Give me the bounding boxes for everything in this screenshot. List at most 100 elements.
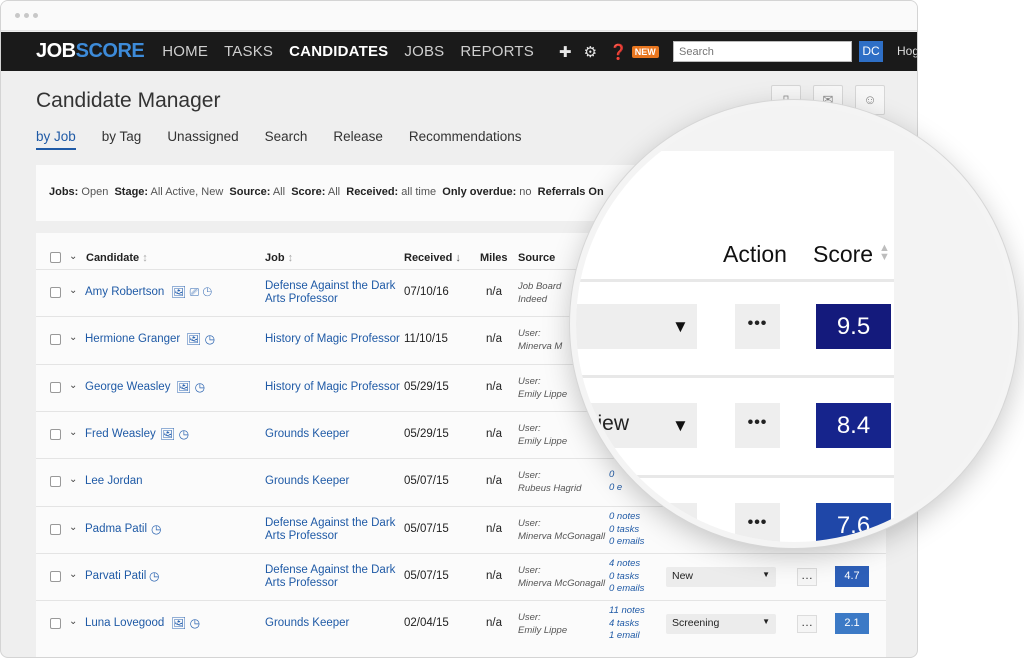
received-date: 05/07/15 xyxy=(404,475,449,487)
select-all-checkbox[interactable] xyxy=(50,252,61,263)
action-menu-button[interactable]: ••• xyxy=(735,304,780,349)
profile-clock-icon[interactable]: 🖼 ◷ xyxy=(171,616,200,630)
col-candidate[interactable]: Candidate ↕ xyxy=(86,252,148,264)
score-header[interactable]: Score xyxy=(813,241,873,268)
source-text: Job Board Indeed xyxy=(518,281,562,305)
stage-select[interactable]: ▼ xyxy=(576,503,697,542)
miles-value: n/a xyxy=(486,570,502,582)
source-text: User: Minerva M xyxy=(518,328,563,352)
user-menu[interactable]: Hog xyxy=(897,44,917,58)
row-checkbox[interactable] xyxy=(50,429,61,440)
col-received[interactable]: Received ↓ xyxy=(404,252,461,264)
action-menu-button[interactable]: … xyxy=(797,568,817,586)
row-checkbox[interactable] xyxy=(50,618,61,629)
caret-down-icon: ▼ xyxy=(672,317,689,336)
miles-value: n/a xyxy=(486,617,502,629)
avatar[interactable]: DC xyxy=(859,41,883,62)
job-link[interactable]: Defense Against the Dark Arts Professor xyxy=(265,517,405,543)
stage-select[interactable]: ▼ xyxy=(576,304,697,349)
window-chrome xyxy=(1,1,917,31)
candidate-name-link[interactable]: Padma Patil xyxy=(85,523,147,535)
nav-reports[interactable]: REPORTS xyxy=(460,43,534,60)
profile-clock-icon[interactable]: 🖼 ◷ xyxy=(186,332,215,346)
score-badge: 2.1 xyxy=(835,613,869,634)
tab-recommendations[interactable]: Recommendations xyxy=(409,129,522,150)
profile-clock-icon[interactable]: ◷ xyxy=(149,569,159,583)
filter-summary[interactable]: Jobs: Open Stage: All Active, New Source… xyxy=(49,186,604,198)
gear-icon[interactable]: ⚙ xyxy=(584,43,597,61)
job-link[interactable]: History of Magic Professor xyxy=(265,333,405,346)
tab-by-job[interactable]: by Job xyxy=(36,129,76,150)
divider xyxy=(576,475,894,478)
profile-clock-icon[interactable]: 🖼 ◷ xyxy=(160,427,189,441)
magnifier-overlay: Action Score ▲ ▼ ▼ ••• 9.5 rview ▼ ••• 8.… xyxy=(570,100,1018,548)
job-link[interactable]: Defense Against the Dark Arts Professor xyxy=(265,564,405,590)
chevron-down-icon[interactable]: ⌄ xyxy=(69,332,77,343)
chevron-down-icon[interactable]: ⌄ xyxy=(69,285,77,296)
score-badge: 4.7 xyxy=(835,566,869,587)
chevron-down-icon[interactable]: ⌄ xyxy=(69,474,77,485)
row-checkbox[interactable] xyxy=(50,287,61,298)
candidate-name-link[interactable]: George Weasley xyxy=(85,381,170,393)
col-job[interactable]: Job ↕ xyxy=(265,252,293,264)
nav-jobs[interactable]: JOBS xyxy=(404,43,444,60)
activity-links[interactable]: 4 notes 0 tasks 0 emails xyxy=(609,558,644,596)
stage-select[interactable]: Screening ▼ xyxy=(666,614,776,634)
chevron-down-icon[interactable]: ⌄ xyxy=(69,251,77,262)
tab-by-tag[interactable]: by Tag xyxy=(102,129,142,150)
logo[interactable]: JOBSCORE xyxy=(36,40,145,63)
caret-down-icon: ▼ xyxy=(762,570,770,579)
stage-select[interactable]: New ▼ xyxy=(666,567,776,587)
miles-value: n/a xyxy=(486,333,502,345)
col-source[interactable]: Source xyxy=(518,252,555,264)
job-link[interactable]: Defense Against the Dark Arts Professor xyxy=(265,280,405,306)
miles-value: n/a xyxy=(486,475,502,487)
sort-icon[interactable]: ▲ ▼ xyxy=(879,243,890,263)
job-link[interactable]: History of Magic Professor xyxy=(265,381,405,394)
tab-unassigned[interactable]: Unassigned xyxy=(167,129,238,150)
candidate-name-link[interactable]: Fred Weasley xyxy=(85,428,156,440)
row-checkbox[interactable] xyxy=(50,334,61,345)
table-row[interactable]: ⌄ Parvati Patil ◷ Defense Against the Dark … xyxy=(36,553,886,600)
nav-home[interactable]: HOME xyxy=(162,43,208,60)
profile-clock-icon[interactable]: 🖼 ◷ xyxy=(176,380,205,394)
candidate-name-link[interactable]: Amy Robertson xyxy=(85,286,164,298)
chevron-down-icon[interactable]: ⌄ xyxy=(69,569,77,580)
candidate-name-link[interactable]: Lee Jordan xyxy=(85,475,143,487)
chevron-down-icon[interactable]: ⌄ xyxy=(69,616,77,627)
row-checkbox[interactable] xyxy=(50,571,61,582)
chevron-down-icon[interactable]: ⌄ xyxy=(69,427,77,438)
tab-search[interactable]: Search xyxy=(265,129,308,150)
profile-clock-icon[interactable]: ◷ xyxy=(151,522,161,536)
chevron-down-icon[interactable]: ⌄ xyxy=(69,380,77,391)
plus-icon[interactable]: ✚ xyxy=(559,43,572,61)
help-icon[interactable]: ❓ xyxy=(609,43,628,61)
profile-clock-icon[interactable]: 🖼 ⎚ ◷ xyxy=(171,285,212,300)
search-input[interactable] xyxy=(673,41,852,62)
candidate-name-link[interactable]: Hermione Granger xyxy=(85,333,180,345)
stage-select[interactable]: rview ▼ xyxy=(576,403,697,448)
candidate-name-link[interactable]: Parvati Patil xyxy=(85,570,146,582)
received-date: 05/29/15 xyxy=(404,381,449,393)
activity-links[interactable]: 11 notes 4 tasks 1 email xyxy=(609,605,645,643)
table-row[interactable]: ⌄ Luna Lovegood 🖼 ◷ Grounds Keeper 02/04/15 n… xyxy=(36,600,886,647)
window-dot xyxy=(15,13,20,18)
job-link[interactable]: Grounds Keeper xyxy=(265,428,405,441)
source-text: User: Rubeus Hagrid xyxy=(518,470,582,494)
nav-tasks[interactable]: TASKS xyxy=(224,43,273,60)
col-miles[interactable]: Miles xyxy=(480,252,508,264)
chevron-down-icon[interactable]: ⌄ xyxy=(69,522,77,533)
action-menu-button[interactable]: ••• xyxy=(735,403,780,448)
row-checkbox[interactable] xyxy=(50,476,61,487)
action-menu-button[interactable]: ••• xyxy=(735,503,780,542)
row-checkbox[interactable] xyxy=(50,524,61,535)
job-link[interactable]: Grounds Keeper xyxy=(265,617,405,630)
action-menu-button[interactable]: … xyxy=(797,615,817,633)
nav-candidates[interactable]: CANDIDATES xyxy=(289,43,388,60)
source-text: User: Emily Lippe xyxy=(518,423,568,447)
tab-release[interactable]: Release xyxy=(333,129,383,150)
caret-down-icon: ▼ xyxy=(672,416,689,435)
candidate-name-link[interactable]: Luna Lovegood xyxy=(85,617,164,629)
job-link[interactable]: Grounds Keeper xyxy=(265,475,405,488)
row-checkbox[interactable] xyxy=(50,382,61,393)
